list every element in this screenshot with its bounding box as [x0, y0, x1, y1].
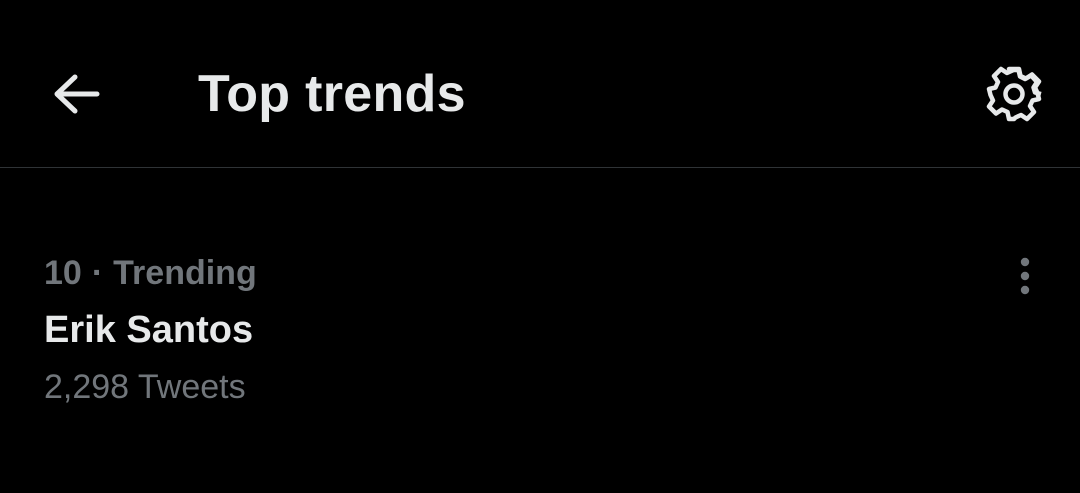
- trend-rank: 10: [44, 254, 82, 292]
- trend-name[interactable]: Erik Santos: [44, 307, 253, 353]
- top-bar: Top trends: [0, 0, 1080, 168]
- trend-meta: 10 · Trending: [44, 251, 257, 295]
- trend-category: Trending: [113, 254, 257, 292]
- more-options-button[interactable]: [996, 249, 1054, 303]
- arrow-left-icon: [54, 74, 100, 114]
- settings-button[interactable]: [978, 58, 1050, 130]
- gear-icon: [986, 66, 1042, 122]
- trend-item[interactable]: 10 · Trending Erik Santos 2,298 Tweets: [0, 169, 1080, 493]
- trend-tweet-count: 2,298 Tweets: [44, 368, 246, 406]
- page-title: Top trends: [198, 65, 466, 123]
- trend-separator: ·: [91, 254, 104, 292]
- back-button[interactable]: [40, 58, 112, 130]
- more-vertical-icon: [1020, 257, 1030, 295]
